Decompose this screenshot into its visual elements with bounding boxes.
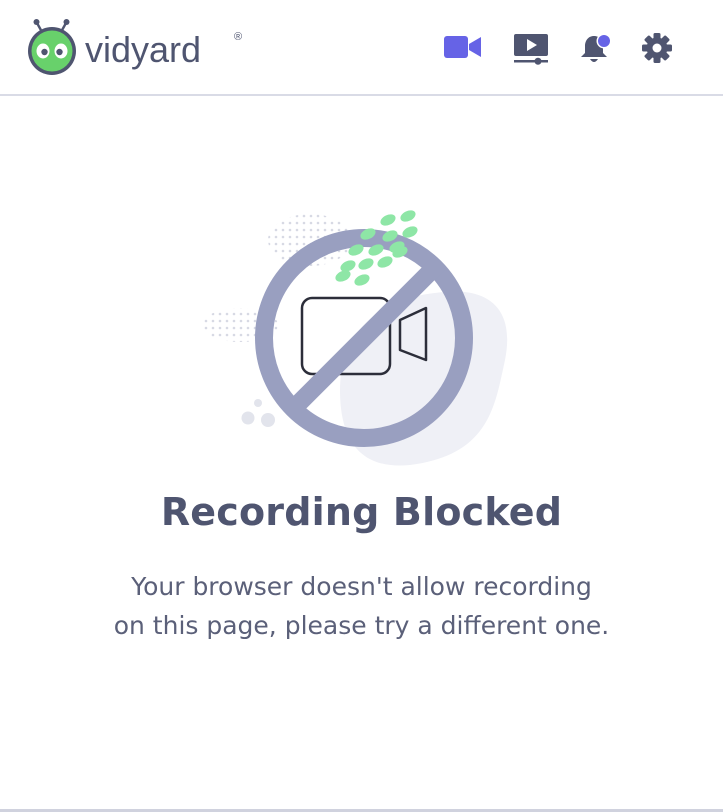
bubble-decoration bbox=[254, 399, 262, 407]
vidyard-logo-mark: vidyard ® bbox=[28, 19, 242, 75]
settings-gear-icon[interactable] bbox=[641, 32, 673, 64]
notification-badge bbox=[598, 35, 610, 47]
vidyard-logo[interactable]: vidyard ® bbox=[28, 18, 248, 80]
video-camera-icon[interactable] bbox=[444, 34, 482, 62]
page-title: Recording Blocked bbox=[160, 490, 563, 534]
vidyard-wordmark: vidyard bbox=[85, 29, 201, 70]
video-library-icon[interactable] bbox=[514, 34, 550, 68]
recording-blocked-illustration bbox=[190, 200, 530, 470]
blocked-message-line-1: Your browser doesn't allow recording bbox=[131, 572, 592, 601]
blocked-message-line-2: on this page, please try a different one… bbox=[113, 611, 610, 640]
top-navigation-bar: vidyard ® bbox=[0, 0, 723, 96]
blocked-message: Your browser doesn't allow recording on … bbox=[80, 567, 643, 645]
bubble-decoration bbox=[261, 413, 275, 427]
trademark-symbol: ® bbox=[234, 31, 242, 43]
notifications-bell-icon[interactable] bbox=[579, 32, 615, 66]
bubble-decoration bbox=[241, 411, 255, 425]
